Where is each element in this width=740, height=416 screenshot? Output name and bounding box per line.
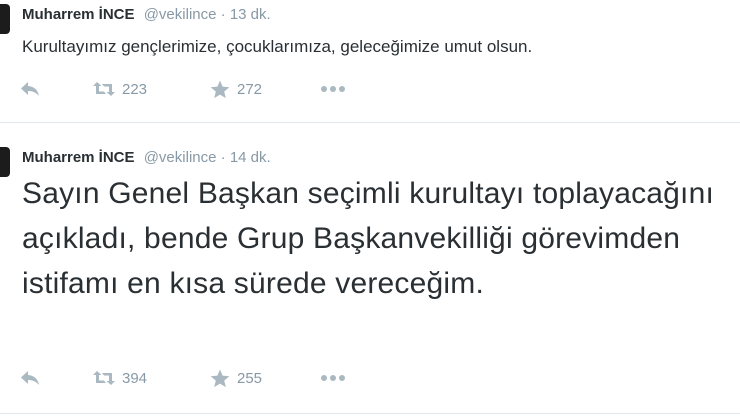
reply-button[interactable] — [20, 79, 40, 99]
fullname-link[interactable]: Muharrem İNCE — [22, 149, 135, 166]
tweet-item[interactable]: Muharrem İNCE @vekilince · 14 dk. Sayın … — [0, 123, 740, 413]
favorite-button[interactable]: 255 — [210, 368, 262, 388]
tweet-actions: 394 255 — [20, 368, 420, 388]
retweet-button[interactable]: 223 — [93, 79, 147, 99]
favorite-count: 255 — [237, 369, 263, 387]
retweet-icon — [93, 370, 115, 386]
tweet-item[interactable]: Muharrem İNCE @vekilince · 13 dk. Kurult… — [0, 0, 740, 122]
reply-icon — [20, 370, 40, 386]
tweet-header: Muharrem İNCE @vekilince · 14 dk. — [22, 148, 271, 168]
more-icon — [320, 374, 346, 382]
tweet-feed: Muharrem İNCE @vekilince · 13 dk. Kurult… — [0, 0, 740, 416]
star-icon — [210, 80, 230, 99]
retweet-icon — [93, 81, 115, 97]
separator: · — [220, 6, 226, 23]
avatar[interactable] — [0, 4, 10, 34]
favorite-count: 272 — [237, 80, 263, 98]
retweet-count: 223 — [122, 80, 148, 98]
tweet-text: Kurultayımız gençlerimize, çocuklarımıza… — [22, 37, 533, 56]
tweet-text: Sayın Genel Başkan seçimli kurultayı top… — [22, 177, 715, 300]
tweet-actions: 223 272 — [20, 79, 420, 99]
star-icon — [210, 369, 230, 388]
reply-icon — [20, 81, 40, 97]
more-button[interactable] — [320, 79, 346, 99]
retweet-count: 394 — [122, 369, 148, 387]
more-icon — [320, 85, 346, 93]
avatar[interactable] — [0, 147, 10, 177]
reply-button[interactable] — [20, 368, 40, 388]
timestamp-link[interactable]: 13 dk. — [230, 6, 271, 23]
username-link[interactable]: @vekilince — [144, 149, 217, 166]
divider — [0, 413, 740, 414]
timestamp-link[interactable]: 14 dk. — [230, 149, 271, 166]
tweet-header: Muharrem İNCE @vekilince · 13 dk. — [22, 5, 271, 25]
more-button[interactable] — [320, 368, 346, 388]
separator: · — [220, 149, 226, 166]
username-link[interactable]: @vekilince — [144, 6, 217, 23]
fullname-link[interactable]: Muharrem İNCE — [22, 6, 135, 23]
retweet-button[interactable]: 394 — [93, 368, 147, 388]
favorite-button[interactable]: 272 — [210, 79, 262, 99]
